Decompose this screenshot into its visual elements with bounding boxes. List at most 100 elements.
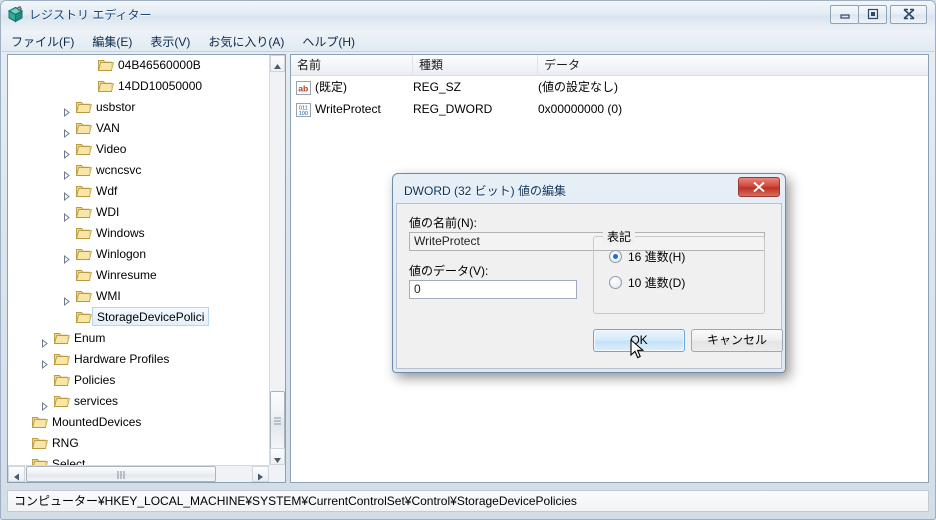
tree-item[interactable]: StorageDevicePolici xyxy=(8,307,269,328)
tree-item[interactable]: usbstor xyxy=(8,97,269,118)
tree-item[interactable]: Winresume xyxy=(8,265,269,286)
chevron-right-icon[interactable] xyxy=(40,355,49,370)
close-button[interactable] xyxy=(890,5,927,24)
chevron-right-icon[interactable] xyxy=(62,145,71,160)
menu-edit[interactable]: 編集(E) xyxy=(83,30,141,52)
tree-item[interactable]: services xyxy=(8,391,269,412)
folder-icon xyxy=(32,436,48,450)
column-header[interactable]: 名前 xyxy=(291,55,413,76)
tree-item[interactable]: 14DD10050000 xyxy=(8,76,269,97)
registry-tree-pane[interactable]: 04B46560000B 14DD10050000 usbstor VAN Video w… xyxy=(7,54,286,483)
tree-item-label: Policies xyxy=(74,373,116,387)
list-column-headers: 名前 種類 データ xyxy=(291,55,928,76)
tree-item[interactable]: Hardware Profiles xyxy=(8,349,269,370)
chevron-right-icon[interactable] xyxy=(62,124,71,139)
tree-item[interactable]: VAN xyxy=(8,118,269,139)
menu-help[interactable]: ヘルプ(H) xyxy=(293,30,364,52)
table-row[interactable]: 011 100 WriteProtect REG_DWORD 0x00000000 (0… xyxy=(291,98,928,120)
tree-horizontal-scrollbar[interactable] xyxy=(8,465,269,482)
chevron-right-icon[interactable] xyxy=(62,166,71,181)
tree-vertical-scrollbar[interactable] xyxy=(269,55,285,465)
svg-text:100: 100 xyxy=(299,111,308,117)
radio-hexadecimal-label: 16 進数(H) xyxy=(628,250,686,264)
folder-icon xyxy=(76,247,92,261)
folder-icon xyxy=(98,79,114,93)
folder-icon xyxy=(76,121,92,135)
minimize-button[interactable] xyxy=(830,5,859,24)
window-titlebar: レジストリ エディター xyxy=(1,1,935,29)
registry-values-list[interactable]: ab (既定) REG_SZ (値の設定なし) 011 100 WriteProtect RE… xyxy=(291,76,928,120)
value-type-cell: REG_SZ xyxy=(413,80,462,94)
tree-item[interactable]: WDI xyxy=(8,202,269,223)
registry-editor-window: レジストリ エディター ファイル(F) 編集(E) 表示(V) お気に入り(A)… xyxy=(0,0,936,520)
tree-item-label: Wdf xyxy=(96,184,118,198)
scroll-down-button[interactable] xyxy=(270,448,285,465)
value-data-cell: (値の設定なし) xyxy=(538,80,618,94)
menu-view[interactable]: 表示(V) xyxy=(141,30,199,52)
column-header[interactable]: 種類 xyxy=(413,55,538,76)
folder-icon xyxy=(76,100,92,114)
menu-file[interactable]: ファイル(F) xyxy=(2,30,83,52)
scrollbar-corner xyxy=(269,465,285,482)
folder-icon xyxy=(76,142,92,156)
folder-icon xyxy=(76,163,92,177)
dialog-body: 値の名前(N): WriteProtect 値のデータ(V): 0 表記 16 … xyxy=(396,203,783,369)
chevron-right-icon[interactable] xyxy=(62,187,71,202)
menu-bar: ファイル(F) 編集(E) 表示(V) お気に入り(A) ヘルプ(H) xyxy=(2,30,934,52)
chevron-right-icon[interactable] xyxy=(62,208,71,223)
chevron-right-icon[interactable] xyxy=(40,334,49,349)
menu-favorites[interactable]: お気に入り(A) xyxy=(199,30,293,52)
scroll-left-button[interactable] xyxy=(8,466,25,482)
tree-item-label: WMI xyxy=(96,289,121,303)
chevron-right-icon[interactable] xyxy=(62,292,71,307)
tree-item-label: Winlogon xyxy=(96,247,147,261)
radio-hexadecimal-dot xyxy=(609,250,622,263)
status-bar: コンピューター¥HKEY_LOCAL_MACHINE¥SYSTEM¥Curren… xyxy=(7,490,929,512)
tree-item[interactable]: Winlogon xyxy=(8,244,269,265)
tree-item[interactable]: Enum xyxy=(8,328,269,349)
folder-icon xyxy=(76,268,92,282)
tree-item[interactable]: MountedDevices xyxy=(8,412,269,433)
tree-scroll-thumb[interactable] xyxy=(270,391,285,449)
tree-item[interactable]: Select xyxy=(8,454,269,465)
scroll-up-button[interactable] xyxy=(270,55,285,72)
value-data-cell: 0x00000000 (0) xyxy=(538,102,623,116)
base-group-label: 表記 xyxy=(603,228,636,245)
tree-item[interactable]: Wdf xyxy=(8,181,269,202)
chevron-right-icon[interactable] xyxy=(62,250,71,265)
tree-item[interactable]: WMI xyxy=(8,286,269,307)
dialog-close-button[interactable] xyxy=(738,177,780,197)
tree-item-label: Windows xyxy=(96,226,145,240)
folder-icon xyxy=(54,394,70,408)
cancel-button[interactable]: キャンセル xyxy=(691,329,783,352)
scroll-right-button[interactable] xyxy=(252,466,269,482)
tree-item-label: Hardware Profiles xyxy=(74,352,170,366)
tree-item-label: services xyxy=(74,394,119,408)
tree-item[interactable]: 04B46560000B xyxy=(8,55,269,76)
folder-icon xyxy=(98,58,114,72)
registry-tree[interactable]: 04B46560000B 14DD10050000 usbstor VAN Video w… xyxy=(8,55,269,465)
folder-icon xyxy=(54,373,70,387)
tree-item[interactable]: wcncsvc xyxy=(8,160,269,181)
folder-icon xyxy=(54,352,70,366)
chevron-right-icon[interactable] xyxy=(62,103,71,118)
tree-item[interactable]: Video xyxy=(8,139,269,160)
tree-hscroll-thumb[interactable] xyxy=(26,466,216,482)
folder-icon xyxy=(76,310,92,324)
tree-item[interactable]: RNG xyxy=(8,433,269,454)
tree-item-label: StorageDevicePolici xyxy=(92,307,210,326)
chevron-right-icon[interactable] xyxy=(40,397,49,412)
tree-item-label: usbstor xyxy=(96,100,136,114)
maximize-button[interactable] xyxy=(858,5,887,24)
window-title: レジストリ エディター xyxy=(29,8,152,22)
tree-item[interactable]: Policies xyxy=(8,370,269,391)
tree-item[interactable]: Windows xyxy=(8,223,269,244)
value-type-cell: REG_DWORD xyxy=(413,102,493,116)
folder-icon xyxy=(76,184,92,198)
column-header[interactable]: データ xyxy=(538,55,928,76)
svg-text:ab: ab xyxy=(298,83,308,93)
dialog-titlebar: DWORD (32 ビット) 値の編集 xyxy=(396,177,782,203)
table-row[interactable]: ab (既定) REG_SZ (値の設定なし) xyxy=(291,76,928,98)
tree-item-label: 14DD10050000 xyxy=(118,79,203,93)
value-data-input[interactable]: 0 xyxy=(409,280,577,299)
